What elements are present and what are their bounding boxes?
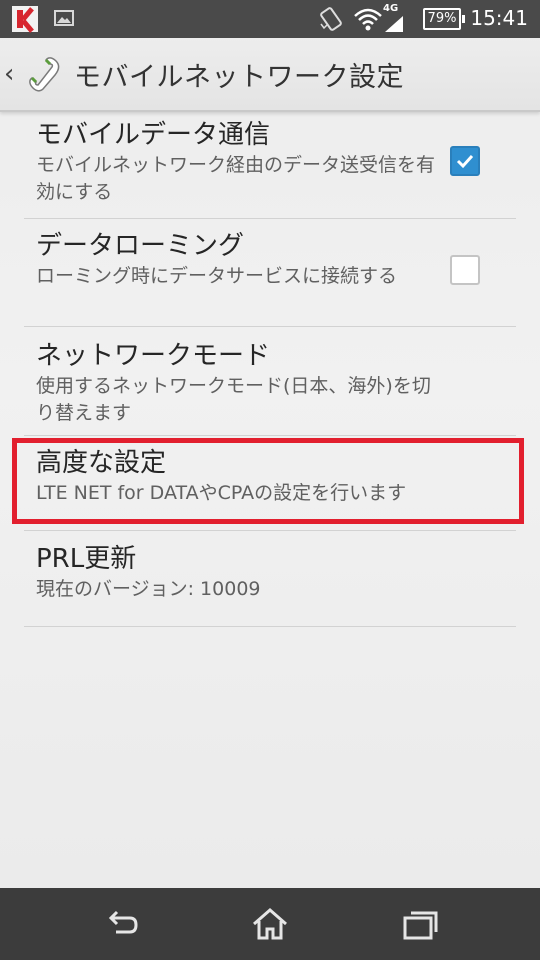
pref-summary: ローミング時にデータサービスに接続する	[36, 265, 398, 287]
rotate-icon	[320, 7, 342, 31]
home-icon[interactable]	[250, 904, 290, 944]
pref-title: モバイルデータ通信	[36, 120, 271, 150]
pref-title: 高度な設定	[36, 448, 167, 478]
settings-list: モバイルデータ通信 モバイルネットワーク経由のデータ送受信を有効にする データロ…	[24, 112, 516, 627]
page-title: モバイルネットワーク設定	[74, 62, 404, 93]
image-icon	[54, 10, 74, 26]
battery-percent: 79%	[427, 11, 457, 26]
status-bar: 4G 79% 15:41	[0, 0, 540, 38]
pref-mobile-data[interactable]: モバイルデータ通信 モバイルネットワーク経由のデータ送受信を有効にする	[24, 112, 516, 219]
kaspersky-icon	[12, 6, 38, 33]
pref-title: PRL更新	[36, 544, 137, 574]
navigation-bar	[0, 888, 540, 960]
pref-title: データローミング	[36, 231, 245, 261]
pref-prl-update[interactable]: PRL更新 現在のバージョン: 10009	[24, 531, 516, 627]
up-navigation-chevron-icon[interactable]: ‹	[4, 60, 14, 88]
pref-summary: 現在のバージョン: 10009	[36, 578, 261, 600]
action-bar: ‹ モバイルネットワーク設定	[0, 38, 540, 112]
pref-network-mode[interactable]: ネットワークモード 使用するネットワークモード(日本、海外)を切り替えます	[24, 327, 516, 436]
phone-handset-icon[interactable]	[24, 54, 62, 94]
mobile-data-checkbox[interactable]	[450, 146, 480, 176]
pref-summary: 使用するネットワークモード(日本、海外)を切り替えます	[36, 375, 431, 424]
signal-icon	[385, 16, 403, 32]
data-roaming-checkbox[interactable]	[450, 255, 480, 285]
battery-icon: 79%	[423, 8, 465, 30]
pref-advanced-settings[interactable]: 高度な設定 LTE NET for DATAやCPAの設定を行います	[24, 436, 516, 531]
screen: 4G 79% 15:41 ‹ モバイルネットワーク設定 モバイルデータ通信 モバ…	[0, 0, 540, 960]
checkmark-icon	[456, 154, 474, 169]
pref-title: ネットワークモード	[36, 341, 271, 371]
network-type-label: 4G	[383, 3, 399, 14]
wifi-icon	[354, 8, 382, 31]
pref-data-roaming[interactable]: データローミング ローミング時にデータサービスに接続する	[24, 219, 516, 327]
pref-summary: モバイルネットワーク経由のデータ送受信を有効にする	[36, 154, 436, 203]
recent-apps-icon[interactable]	[400, 904, 440, 944]
pref-summary: LTE NET for DATAやCPAの設定を行います	[36, 482, 407, 504]
back-icon[interactable]	[102, 904, 142, 944]
clock: 15:41	[470, 6, 528, 30]
